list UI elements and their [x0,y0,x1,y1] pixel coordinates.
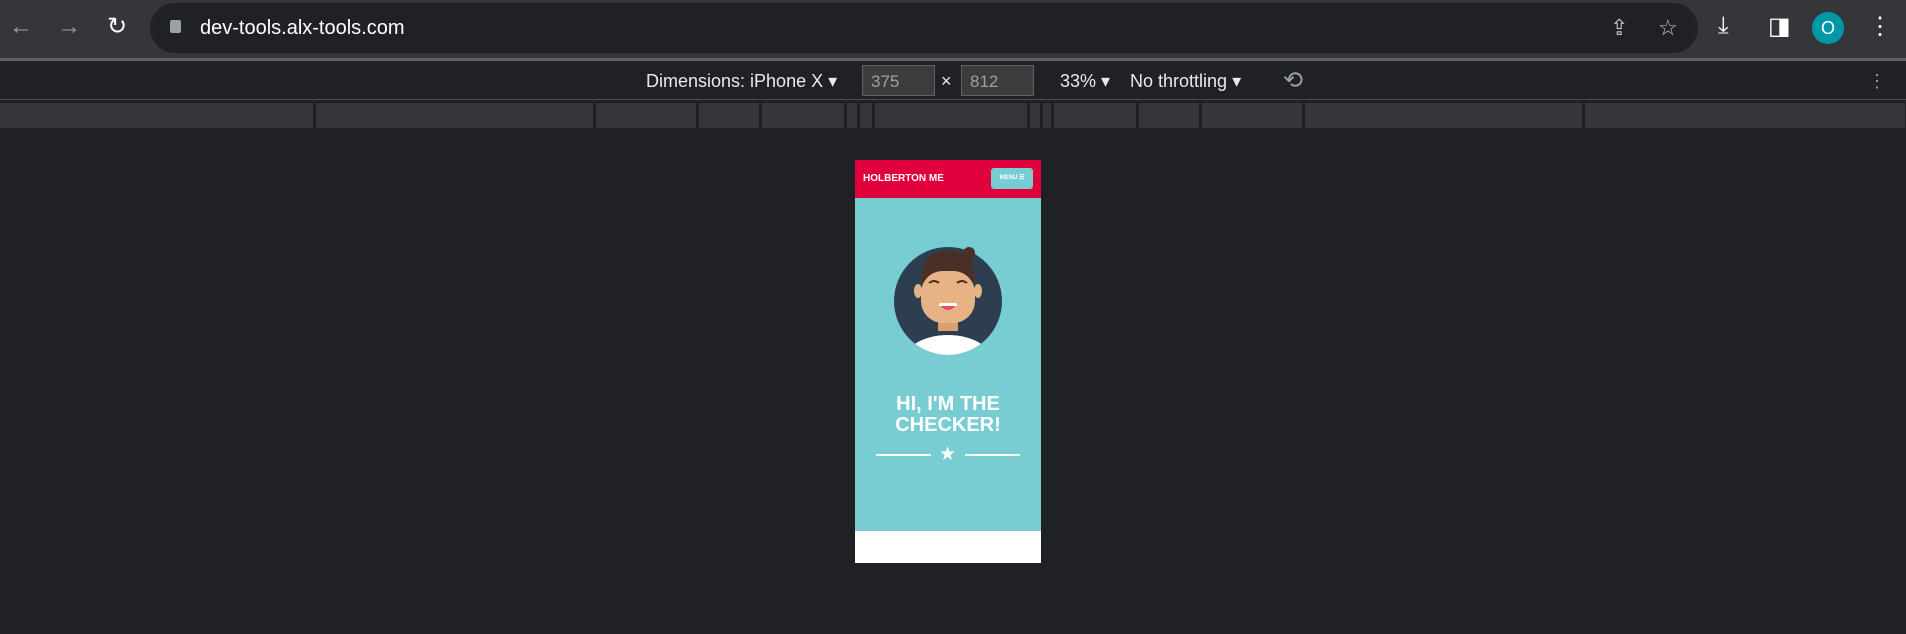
height-input[interactable]: 812 [961,65,1034,96]
device-toolbar: Dimensions: iPhone X ▾ 375 × 812 33% ▾ N… [0,61,1906,100]
share-icon[interactable]: ⇪ [1610,15,1628,41]
zoom-select[interactable]: 33% ▾ [1060,71,1110,92]
browser-toolbar: ← → ↻ dev-tools.alx-tools.com ⇪ ☆ ⤓ ◨ O … [0,0,1906,58]
hero-title: HI, I'M THE CHECKER! [855,394,1041,436]
more-menu-icon[interactable]: ⋮ [1868,12,1892,41]
download-icon[interactable]: ⤓ [1718,12,1729,40]
star-icon[interactable]: ☆ [1658,15,1678,41]
times-sign: × [941,71,952,91]
hero-title-line-2: CHECKER! [895,414,1001,436]
hero-title-line-1: HI, I'M THE [896,393,1000,415]
reload-icon[interactable]: ↻ [102,12,132,42]
lock-icon [170,20,181,33]
media-query-bar[interactable] [0,103,1906,128]
profile-avatar[interactable]: O [1812,12,1844,44]
dimensions-label: Dimensions: iPhone X [646,71,824,91]
back-icon[interactable]: ← [6,12,36,42]
throttling-label: No throttling [1130,71,1228,91]
width-input[interactable]: 375 [862,65,935,96]
zoom-label: 33% [1060,71,1097,91]
url-text: dev-tools.alx-tools.com [200,17,405,39]
site-brand[interactable]: HOLBERTON ME [863,173,944,184]
divider-line-right [965,454,1020,456]
throttling-select[interactable]: No throttling ▾ [1130,71,1241,92]
divider-line-left [876,454,931,456]
devtools-more-icon[interactable]: ⋮ [1868,71,1886,92]
menu-button[interactable]: MENU ☰ [991,168,1033,189]
device-viewport: HOLBERTON ME MENU ☰ HI, I'M THE CHECKER!… [855,160,1041,563]
star-icon: ★ [939,444,957,465]
side-panel-icon[interactable]: ◨ [1768,12,1791,41]
hero-section: HI, I'M THE CHECKER! ★ [855,198,1041,531]
rotate-icon[interactable]: ⟲ [1283,66,1303,95]
checker-avatar-illustration [894,247,1002,355]
address-bar[interactable]: dev-tools.alx-tools.com ⇪ ☆ [150,3,1698,53]
site-header: HOLBERTON ME MENU ☰ [855,160,1041,198]
dimensions-select[interactable]: Dimensions: iPhone X ▾ [646,71,837,92]
forward-icon[interactable]: → [54,12,84,42]
